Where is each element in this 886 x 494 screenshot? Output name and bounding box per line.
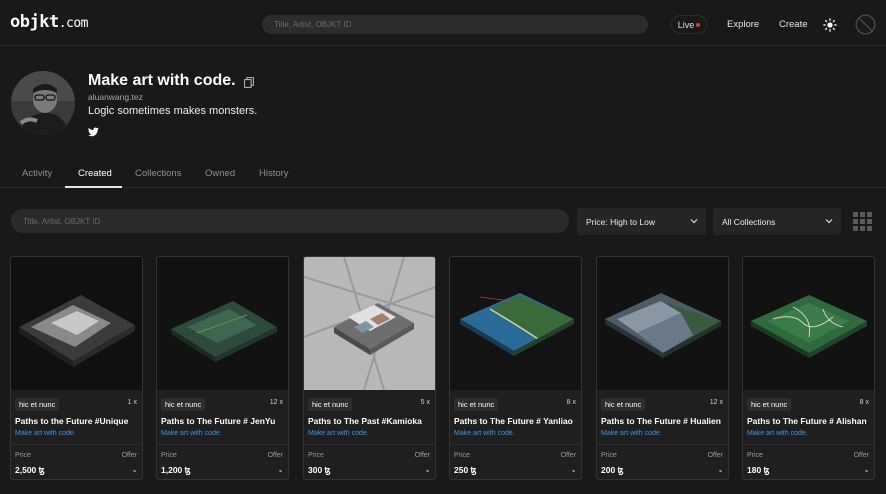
offer-value: - [719, 465, 722, 475]
price-label: Price [454, 452, 470, 459]
gallery-search-input[interactable] [11, 209, 569, 233]
profile-bio: Logic sometimes makes monsters. [88, 105, 258, 117]
tab-collections[interactable]: Collections [135, 168, 181, 179]
price-value: 1,200 ꜩ [161, 465, 191, 475]
logo-main: objkt [10, 12, 59, 32]
platform-badge: hic et nunc [161, 398, 206, 411]
create-link[interactable]: Create [779, 19, 808, 30]
nft-card[interactable]: hic et nunc 1 x Paths to the Future #Uni… [10, 256, 143, 480]
artist-link[interactable]: Make art with code. [747, 430, 808, 437]
offer-value: - [572, 465, 575, 475]
nft-title[interactable]: Paths to The Future # Hualien [601, 416, 726, 426]
price-value: 180 ꜩ [747, 465, 770, 475]
offer-value: - [426, 465, 429, 475]
objkt-logo[interactable]: objkt.com [10, 12, 89, 32]
editions-count: 5 x [420, 399, 430, 406]
nft-title[interactable]: Paths to The Future # Yanliao [454, 416, 579, 426]
price-label: Price [308, 452, 324, 459]
editions-count: 12 x [709, 399, 723, 406]
offer-label: Offer [560, 452, 576, 459]
price-label: Price [747, 452, 763, 459]
copy-icon[interactable] [244, 77, 254, 88]
card-divider [597, 444, 728, 445]
editions-count: 12 x [269, 399, 283, 406]
active-tab-underline [65, 186, 122, 188]
sort-select[interactable]: Price: High to Low [577, 208, 706, 235]
editions-count: 1 x [127, 399, 137, 406]
offer-value: - [133, 465, 136, 475]
price-label: Price [601, 452, 617, 459]
chevron-down-icon [825, 219, 833, 224]
nft-thumbnail[interactable] [743, 257, 874, 390]
explore-link[interactable]: Explore [727, 19, 759, 30]
platform-badge: hic et nunc [454, 398, 499, 411]
profile-tabs: Activity Created Collections Owned Histo… [0, 160, 886, 188]
tab-created[interactable]: Created [78, 168, 112, 179]
logo-suffix: .com [58, 16, 89, 31]
nft-card[interactable]: hic et nunc 8 x Paths to The Future # Al… [742, 256, 875, 480]
offer-label: Offer [853, 452, 869, 459]
price-value: 250 ꜩ [454, 465, 477, 475]
card-divider [743, 444, 874, 445]
twitter-icon[interactable] [88, 127, 99, 137]
sort-select-value: Price: High to Low [586, 216, 655, 227]
price-value: 300 ꜩ [308, 465, 331, 475]
top-navbar: objkt.com Live Explore Create [0, 0, 886, 46]
platform-badge: hic et nunc [601, 398, 646, 411]
live-indicator-dot [696, 22, 701, 27]
live-button[interactable]: Live [671, 15, 707, 34]
offer-label: Offer [414, 452, 430, 459]
artist-link[interactable]: Make art with code. [454, 430, 515, 437]
nft-thumbnail[interactable] [304, 257, 435, 390]
profile-handle[interactable]: aluanwang.tez [88, 92, 143, 102]
tab-activity[interactable]: Activity [22, 168, 52, 179]
card-divider [304, 444, 435, 445]
live-label: Live [677, 19, 695, 30]
tab-owned[interactable]: Owned [205, 168, 235, 179]
collection-select[interactable]: All Collections [713, 208, 841, 235]
offer-label: Offer [267, 452, 283, 459]
platform-badge: hic et nunc [747, 398, 792, 411]
sun-icon[interactable] [823, 18, 837, 32]
tab-history[interactable]: History [259, 168, 289, 179]
card-divider [11, 444, 142, 445]
grid-view-icon[interactable] [853, 212, 872, 231]
nft-title[interactable]: Paths to the Future #Unique [15, 416, 140, 426]
platform-badge: hic et nunc [308, 398, 353, 411]
nft-title[interactable]: Paths to The Future # JenYu [161, 416, 286, 426]
nft-thumbnail[interactable] [157, 257, 288, 390]
artist-link[interactable]: Make art with code. [15, 430, 76, 437]
nft-card[interactable]: hic et nunc 8 x Paths to The Future # Ya… [449, 256, 582, 480]
offer-label: Offer [707, 452, 723, 459]
nft-thumbnail[interactable] [450, 257, 581, 390]
nft-card[interactable]: hic et nunc 12 x Paths to The Future # H… [596, 256, 729, 480]
price-label: Price [161, 452, 177, 459]
artist-link[interactable]: Make art with code. [161, 430, 222, 437]
card-divider [450, 444, 581, 445]
price-label: Price [15, 452, 31, 459]
nft-title[interactable]: Paths to The Future # Alishan [747, 416, 872, 426]
nft-thumbnail[interactable] [597, 257, 728, 390]
artist-link[interactable]: Make art with code. [601, 430, 662, 437]
profile-name: Make art with code. [88, 72, 236, 89]
offer-label: Offer [121, 452, 137, 459]
price-value: 2,500 ꜩ [15, 465, 45, 475]
profile-avatar [11, 71, 75, 135]
blocked-icon[interactable] [855, 14, 876, 35]
card-divider [157, 444, 288, 445]
offer-value: - [865, 465, 868, 475]
global-search-input[interactable] [262, 15, 648, 34]
nft-thumbnail[interactable] [11, 257, 142, 390]
platform-badge: hic et nunc [15, 398, 60, 411]
artist-link[interactable]: Make art with code. [308, 430, 369, 437]
editions-count: 8 x [859, 399, 869, 406]
collection-select-value: All Collections [722, 216, 776, 227]
nft-card[interactable]: hic et nunc 12 x Paths to The Future # J… [156, 256, 289, 480]
nft-title[interactable]: Paths to The Past #Kamioka [308, 416, 433, 426]
offer-value: - [279, 465, 282, 475]
editions-count: 8 x [566, 399, 576, 406]
chevron-down-icon [690, 219, 698, 224]
nft-card[interactable]: hic et nunc 5 x Paths to The Past #Kamio… [303, 256, 436, 480]
price-value: 200 ꜩ [601, 465, 624, 475]
